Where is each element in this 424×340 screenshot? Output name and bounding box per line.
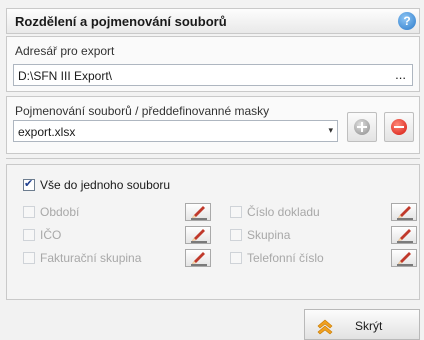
plus-icon xyxy=(354,119,370,135)
help-icon[interactable]: ? xyxy=(398,12,416,30)
export-dir-value: D:\SFN III Export\ xyxy=(18,69,113,83)
browse-button[interactable]: ... xyxy=(395,67,406,82)
billing-group-checkbox[interactable] xyxy=(23,252,35,264)
pencil-icon xyxy=(397,206,413,220)
divider xyxy=(6,158,420,159)
all-in-one-label: Vše do jednoho souboru xyxy=(40,178,171,192)
chevron-down-icon: ▾ xyxy=(328,125,333,135)
minus-icon xyxy=(391,119,407,135)
hide-button[interactable]: Skrýt xyxy=(304,309,420,340)
export-dir-field[interactable]: D:\SFN III Export\ ... xyxy=(13,64,413,86)
group-label: Skupina xyxy=(247,228,291,242)
remove-mask-button[interactable] xyxy=(384,112,414,142)
group-checkbox[interactable] xyxy=(230,229,242,241)
export-dir-label: Adresář pro export xyxy=(15,44,115,58)
phone-checkbox[interactable] xyxy=(230,252,242,264)
panel-title: Rozdělení a pojmenování souborů xyxy=(15,14,227,29)
export-split-panel: Rozdělení a pojmenování souborů ? Adresá… xyxy=(0,0,424,340)
add-mask-button[interactable] xyxy=(347,112,377,142)
all-in-one-checkbox[interactable] xyxy=(23,177,35,191)
doc-number-checkbox[interactable] xyxy=(230,206,242,218)
edit-period-button[interactable] xyxy=(185,203,211,221)
options-section: Vše do jednoho souboru Období IČO Faktur… xyxy=(6,164,420,300)
panel-header: Rozdělení a pojmenování souborů ? xyxy=(6,8,420,34)
naming-mask-value: export.xlsx xyxy=(18,125,76,139)
billing-group-label: Fakturační skupina xyxy=(40,251,142,265)
pencil-icon xyxy=(191,206,207,220)
export-dir-section: Adresář pro export D:\SFN III Export\ ..… xyxy=(6,36,420,92)
naming-section: Pojmenování souborů / předdefinovanné ma… xyxy=(6,96,420,154)
ico-label: IČO xyxy=(40,228,62,242)
ico-checkbox[interactable] xyxy=(23,229,35,241)
naming-mask-select[interactable]: export.xlsx ▾ xyxy=(13,120,338,142)
pencil-icon xyxy=(397,252,413,266)
hide-button-label: Skrýt xyxy=(355,319,383,333)
edit-billing-group-button[interactable] xyxy=(185,249,211,267)
naming-label: Pojmenování souborů / předdefinovanné ma… xyxy=(15,104,270,118)
pencil-icon xyxy=(191,229,207,243)
edit-doc-number-button[interactable] xyxy=(391,203,417,221)
edit-phone-button[interactable] xyxy=(391,249,417,267)
double-chevron-up-icon xyxy=(317,319,333,335)
doc-number-label: Číslo dokladu xyxy=(247,205,320,219)
period-checkbox[interactable] xyxy=(23,206,35,218)
pencil-icon xyxy=(397,229,413,243)
period-label: Období xyxy=(40,205,80,219)
phone-label: Telefonní číslo xyxy=(247,251,324,265)
pencil-icon xyxy=(191,252,207,266)
edit-group-button[interactable] xyxy=(391,226,417,244)
edit-ico-button[interactable] xyxy=(185,226,211,244)
